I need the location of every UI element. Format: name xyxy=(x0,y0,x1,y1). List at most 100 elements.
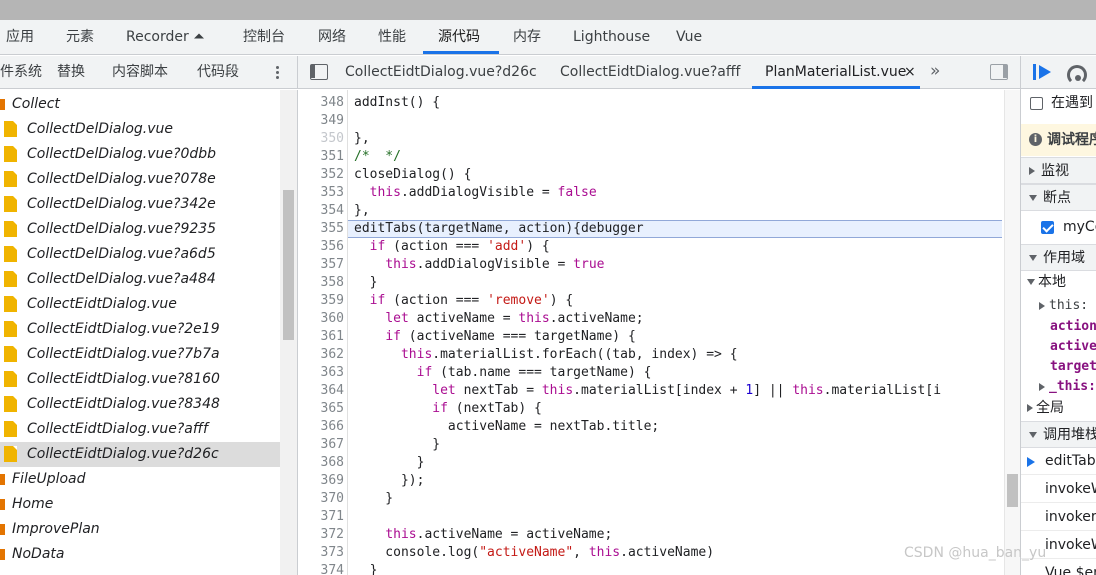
tab-sources[interactable]: 源代码 xyxy=(438,20,480,54)
editor-tab-active[interactable]: PlanMaterialList.vue xyxy=(765,56,906,88)
line-number[interactable]: 362 xyxy=(298,346,344,364)
line-number[interactable]: 359 xyxy=(298,292,344,310)
line-number[interactable]: 363 xyxy=(298,364,344,382)
section-scope[interactable]: 作用域 xyxy=(1021,244,1096,271)
scope-local[interactable]: 本地 xyxy=(1021,271,1096,293)
tab-network[interactable]: 网络 xyxy=(318,20,346,54)
tree-file-selected[interactable]: CollectEidtDialog.vue?d26c xyxy=(0,442,280,467)
file-icon xyxy=(4,146,17,162)
tree-file[interactable]: CollectDelDialog.vue?a6d5 xyxy=(0,242,280,267)
editor-tab[interactable]: CollectEidtDialog.vue?afff xyxy=(560,56,740,88)
code-editor[interactable]: 3473483493503513523533543553563573583593… xyxy=(298,90,1020,575)
line-number[interactable]: 357 xyxy=(298,256,344,274)
line-number[interactable]: 350 xyxy=(298,130,344,148)
code-line: if (activeName === targetName) { xyxy=(385,329,636,344)
tab-console[interactable]: 控制台 xyxy=(243,20,285,54)
line-number[interactable]: 364 xyxy=(298,382,344,400)
line-number[interactable]: 370 xyxy=(298,490,344,508)
section-watch[interactable]: 监视 xyxy=(1021,157,1096,184)
tab-lighthouse[interactable]: Lighthouse xyxy=(573,20,650,54)
line-number[interactable]: 356 xyxy=(298,238,344,256)
line-number-gutter[interactable]: 3473483493503513523533543553563573583593… xyxy=(298,90,348,575)
line-number[interactable]: 373 xyxy=(298,544,344,562)
tree-folder-collect[interactable]: Collect xyxy=(0,92,280,117)
section-callstack[interactable]: 调用堆栈 xyxy=(1021,421,1096,448)
line-number[interactable]: 361 xyxy=(298,328,344,346)
line-number[interactable]: 358 xyxy=(298,274,344,292)
line-number[interactable]: 352 xyxy=(298,166,344,184)
line-number[interactable]: 374 xyxy=(298,562,344,575)
pause-on-exceptions-row[interactable]: 在遇到 xyxy=(1021,90,1096,117)
tree-file[interactable]: CollectEidtDialog.vue xyxy=(0,292,280,317)
tree-file[interactable]: CollectDelDialog.vue xyxy=(0,117,280,142)
section-breakpoints[interactable]: 断点 xyxy=(1021,184,1096,211)
scope-global[interactable]: 全局 xyxy=(1021,397,1096,419)
info-icon: i xyxy=(1029,133,1042,146)
tab-elements[interactable]: 元素 xyxy=(66,20,94,54)
scrollbar-thumb[interactable] xyxy=(283,190,294,340)
line-number[interactable]: 349 xyxy=(298,112,344,130)
tree-file[interactable]: CollectDelDialog.vue?0dbb xyxy=(0,142,280,167)
scrollbar-thumb[interactable] xyxy=(1007,474,1018,507)
tree-folder-nodata[interactable]: NoData xyxy=(0,542,280,567)
line-number[interactable]: 372 xyxy=(298,526,344,544)
close-tab-icon[interactable]: × xyxy=(904,56,916,88)
more-options-icon[interactable] xyxy=(270,64,284,82)
line-number[interactable]: 354 xyxy=(298,202,344,220)
line-number[interactable]: 360 xyxy=(298,310,344,328)
tree-file[interactable]: CollectEidtDialog.vue?7b7a xyxy=(0,342,280,367)
tab-performance[interactable]: 性能 xyxy=(378,20,406,54)
scope-var[interactable]: target xyxy=(1021,357,1096,377)
line-number[interactable]: 348 xyxy=(298,94,344,112)
line-number[interactable]: 365 xyxy=(298,400,344,418)
tree-folder-fileupload[interactable]: FileUpload xyxy=(0,467,280,492)
tab-memory[interactable]: 内存 xyxy=(513,20,541,54)
scope-var-this[interactable]: this: xyxy=(1021,296,1096,316)
tree-file[interactable]: CollectEidtDialog.vue?8160 xyxy=(0,367,280,392)
tree-file[interactable]: CollectEidtDialog.vue?8348 xyxy=(0,392,280,417)
tree-file[interactable]: CollectDelDialog.vue?a484 xyxy=(0,267,280,292)
line-number[interactable]: 371 xyxy=(298,508,344,526)
tab-filesystem[interactable]: 文件系统 xyxy=(0,56,42,88)
pause-on-exceptions-checkbox[interactable] xyxy=(1030,97,1043,110)
code-line: editTabs(targetName, action){debugger xyxy=(354,221,644,236)
more-tabs-icon[interactable]: » xyxy=(930,56,940,88)
scope-var[interactable]: action xyxy=(1021,317,1096,337)
toggle-debugger-icon[interactable] xyxy=(990,64,1008,80)
call-frame-current[interactable]: editTabs xyxy=(1021,448,1096,475)
resume-icon[interactable] xyxy=(1033,64,1051,80)
tab-snippets[interactable]: 代码段 xyxy=(197,56,239,88)
editor-tab[interactable]: CollectEidtDialog.vue?d26c xyxy=(345,56,537,88)
line-number[interactable]: 355 xyxy=(298,220,344,238)
scope-var-this-alias[interactable]: _this: xyxy=(1021,377,1096,397)
tree-file[interactable]: CollectEidtDialog.vue?afff xyxy=(0,417,280,442)
tree-folder-improveplan[interactable]: ImprovePlan xyxy=(0,517,280,542)
call-frame[interactable]: invokeW xyxy=(1021,476,1096,503)
line-number[interactable]: 353 xyxy=(298,184,344,202)
call-frame[interactable]: Vue.$en xyxy=(1021,560,1096,575)
tab-application[interactable]: 应用 xyxy=(6,20,34,54)
tree-file[interactable]: CollectDelDialog.vue?9235 xyxy=(0,217,280,242)
tree-file[interactable]: CollectEidtDialog.vue?2e19 xyxy=(0,317,280,342)
line-number[interactable]: 369 xyxy=(298,472,344,490)
file-tree-scrollbar[interactable] xyxy=(280,90,298,575)
line-number[interactable]: 351 xyxy=(298,148,344,166)
step-over-icon[interactable] xyxy=(1067,65,1089,85)
line-number[interactable]: 366 xyxy=(298,418,344,436)
line-number[interactable]: 367 xyxy=(298,436,344,454)
code-line: }, xyxy=(354,131,370,146)
tab-overrides[interactable]: 替换 xyxy=(57,56,85,88)
line-number[interactable]: 368 xyxy=(298,454,344,472)
breakpoint-item[interactable]: myCo xyxy=(1021,214,1096,241)
tab-vue[interactable]: Vue xyxy=(676,20,702,54)
toggle-navigator-icon[interactable] xyxy=(310,64,328,80)
editor-scrollbar[interactable] xyxy=(1004,90,1020,575)
breakpoint-checkbox[interactable] xyxy=(1041,221,1054,234)
tab-content-scripts[interactable]: 内容脚本 xyxy=(112,56,168,88)
call-frame[interactable]: invoker xyxy=(1021,504,1096,531)
tree-file[interactable]: CollectDelDialog.vue?078e xyxy=(0,167,280,192)
tab-recorder[interactable]: Recorder ⏶ xyxy=(126,20,204,54)
scope-var[interactable]: active xyxy=(1021,337,1096,357)
tree-file[interactable]: CollectDelDialog.vue?342e xyxy=(0,192,280,217)
tree-folder-home[interactable]: Home xyxy=(0,492,280,517)
